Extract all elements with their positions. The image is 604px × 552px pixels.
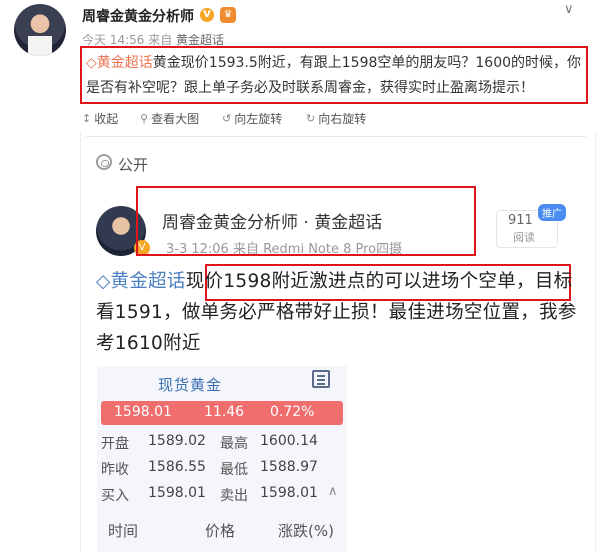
column-header: 价格 (205, 522, 236, 540)
rotate-left-button[interactable]: ↺ 向左旋转 (222, 110, 282, 127)
verified-icon: V (200, 8, 214, 22)
divider (86, 136, 586, 137)
rotate-right-button[interactable]: ↻ 向右旋转 (306, 110, 366, 127)
quote-label: 昨收 (101, 462, 129, 478)
collapse-label: 收起 (94, 112, 119, 126)
globe-icon (96, 154, 112, 170)
list-icon (312, 370, 330, 388)
quote-title: 现货黄金 (158, 376, 223, 394)
post-body: 黄金现价1593.5附近，有跟上1598空单的朋友吗？1600的时候，你是否有补… (86, 55, 582, 96)
column-header: 时间 (108, 522, 139, 540)
price-change-pct: 0.72% (270, 404, 315, 420)
promo-badge: 推广 (538, 204, 566, 221)
column-header: 涨跌(%) (278, 522, 334, 540)
inner-meta: 3-3 12:06 来自 Redmi Note 8 Pro四摄 (166, 242, 403, 257)
quote-label: 卖出 (220, 488, 248, 504)
chevron-down-icon[interactable]: ∨ (564, 2, 574, 17)
post-time: 今天 14:56 来自 (82, 33, 173, 47)
visibility-label: 公开 (118, 156, 149, 174)
quote-value: 1598.01 (148, 485, 206, 501)
inner-author-line: 周睿金黄金分析师 · 黄金超话 (162, 213, 383, 233)
read-label: 阅读 (513, 231, 535, 244)
topic-link[interactable]: ◇黄金超话 (86, 55, 153, 71)
quote-value: 1589.02 (148, 433, 206, 449)
member-icon: ♛ (220, 7, 236, 23)
inner-topic: ◇黄金超话 (96, 271, 186, 292)
rotate-right-label: 向右旋转 (318, 112, 367, 126)
quote-label: 最低 (220, 462, 248, 478)
quote-label: 最高 (220, 436, 248, 452)
post-source-link[interactable]: 黄金超话 (176, 33, 224, 47)
author-avatar[interactable] (14, 4, 66, 56)
collapse-icon: ↕ (82, 112, 92, 125)
view-large-button[interactable]: ⚲ 查看大图 (140, 110, 199, 127)
quote-value: 1586.55 (148, 459, 206, 475)
author-name[interactable]: 周睿金黄金分析师 (82, 6, 194, 26)
zoom-icon: ⚲ (140, 112, 149, 125)
inner-post-text: ◇黄金超话现价1598附近激进点的可以进场个空单，目标看1591，做单务必严格带… (96, 266, 580, 359)
rotate-left-icon: ↺ (222, 112, 232, 125)
quote-label: 开盘 (101, 436, 129, 452)
quote-label: 买入 (101, 488, 129, 504)
current-price: 1598.01 (114, 404, 172, 420)
quote-value: 1598.01 (260, 485, 318, 501)
quote-value: 1600.14 (260, 433, 318, 449)
price-change: 11.46 (204, 404, 245, 420)
view-large-label: 查看大图 (151, 112, 200, 126)
chevron-up-icon: ∧ (328, 484, 338, 499)
read-count: 911 (508, 213, 533, 228)
collapse-button[interactable]: ↕ 收起 (82, 110, 118, 127)
rotate-left-label: 向左旋转 (234, 112, 283, 126)
rotate-right-icon: ↻ (306, 112, 316, 125)
post-text: ◇黄金超话黄金现价1593.5附近，有跟上1598空单的朋友吗？1600的时候，… (86, 51, 586, 101)
quote-value: 1588.97 (260, 459, 318, 475)
